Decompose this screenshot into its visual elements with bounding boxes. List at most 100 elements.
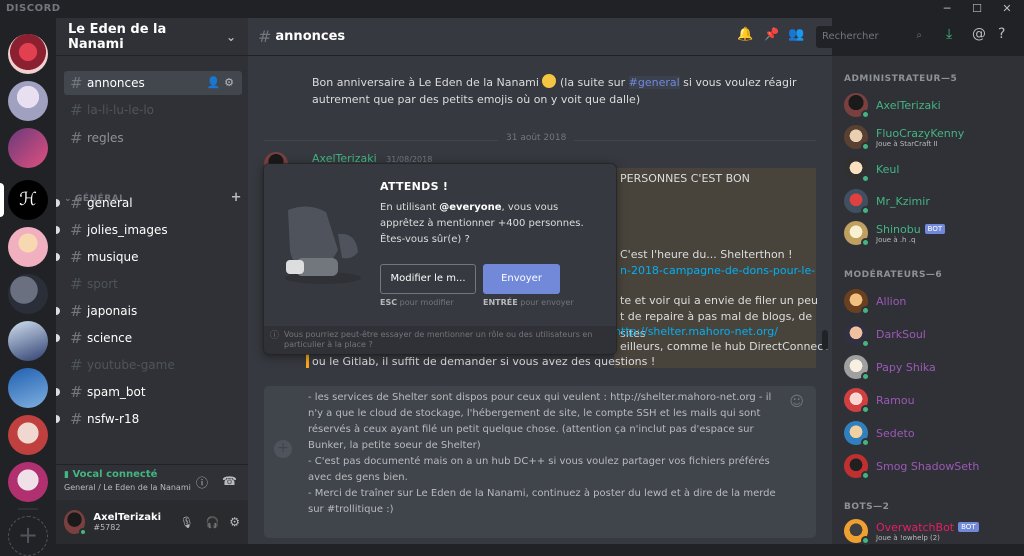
- channel-label: la-li-lu-le-lo: [87, 103, 155, 117]
- disconnect-icon[interactable]: ☎: [222, 474, 237, 488]
- help-icon[interactable]: ?: [998, 26, 1005, 42]
- unread-indicator: [56, 334, 60, 342]
- add-server-button[interactable]: +: [8, 516, 48, 556]
- server-icon[interactable]: [8, 128, 48, 168]
- app-brand: DISCORD: [6, 3, 61, 14]
- upload-plus-icon[interactable]: +: [274, 440, 292, 458]
- channel-science[interactable]: # science: [56, 326, 242, 350]
- bot-badge: BOT: [924, 223, 946, 234]
- member-item[interactable]: FluoCrazyKenny Joue à StarCraft II: [844, 122, 1020, 152]
- server-icon[interactable]: [8, 415, 48, 455]
- pin-notification-dot: [772, 28, 778, 34]
- member-list-icon[interactable]: 👥: [788, 27, 804, 42]
- server-icon[interactable]: [8, 321, 48, 361]
- server-icon[interactable]: [8, 274, 48, 314]
- channel-label: general: [87, 196, 133, 210]
- member-item[interactable]: Papy Shika: [844, 352, 1020, 382]
- message-link[interactable]: n-2018-campagne-de-dons-pour-le-: [620, 262, 815, 279]
- close-icon[interactable]: ✕: [992, 0, 1022, 18]
- server-icon-active[interactable]: ℋ: [8, 180, 48, 220]
- server-header[interactable]: Le Eden de la Nanami ⌄: [56, 18, 248, 56]
- invite-icon[interactable]: 👤: [207, 76, 221, 89]
- role-header: BOTS—2: [844, 502, 890, 512]
- info-icon[interactable]: ⓘ: [196, 474, 208, 491]
- member-name: DarkSoul: [876, 327, 926, 341]
- server-icon[interactable]: [8, 81, 48, 121]
- emoji-picker-icon[interactable]: ☺: [789, 394, 804, 410]
- online-status-icon: [861, 238, 870, 247]
- microphone-icon[interactable]: 🎙: [180, 516, 194, 529]
- mention-icon[interactable]: @: [972, 26, 986, 42]
- member-activity: Joue à .h .q: [876, 235, 916, 244]
- gear-icon[interactable]: ⚙: [224, 76, 234, 89]
- voice-channel[interactable]: General / Le Eden de la Nanami: [64, 483, 240, 492]
- role-header: MODÉRATEURS—6: [844, 270, 943, 280]
- date-label: 31 août 2018: [498, 133, 575, 143]
- server-icon[interactable]: [8, 368, 48, 408]
- member-item[interactable]: Smog ShadowSeth: [844, 451, 1020, 481]
- search-input[interactable]: Rechercher ⌕: [816, 26, 928, 48]
- channel-japonais[interactable]: # japonais: [56, 299, 242, 323]
- channel-mention-link[interactable]: #general: [628, 76, 680, 89]
- online-status-icon: [861, 405, 870, 414]
- member-item[interactable]: Ramou: [844, 385, 1020, 415]
- server-icon[interactable]: [8, 34, 48, 74]
- avatar: [844, 421, 870, 447]
- channel-jolies-images[interactable]: # jolies_images: [56, 218, 242, 242]
- server-icon[interactable]: [8, 462, 48, 502]
- channel-musique[interactable]: # musique: [56, 245, 242, 269]
- minimize-icon[interactable]: ─: [932, 0, 962, 18]
- channel-title: annonces: [275, 29, 346, 44]
- server-name: Le Eden de la Nanami: [68, 21, 167, 52]
- bell-icon[interactable]: 🔔: [737, 27, 753, 42]
- unread-indicator: [56, 226, 60, 234]
- channel-actions[interactable]: 👤 ⚙: [207, 76, 234, 89]
- channel-regles[interactable]: # regles: [64, 126, 242, 150]
- channel-label: nsfw-r18: [87, 412, 140, 426]
- active-server-indicator: [0, 183, 4, 217]
- voice-connection-panel: ▮ Vocal connecté General / Le Eden de la…: [56, 464, 248, 500]
- channel-youtube-game[interactable]: # youtube-game: [64, 353, 242, 377]
- message-composer[interactable]: + - les services de Shelter sont dispos …: [264, 386, 816, 538]
- channel-label: youtube-game: [87, 358, 175, 372]
- channel-annonces[interactable]: # annonces 👤 ⚙: [64, 71, 242, 95]
- online-status-icon: [861, 306, 870, 315]
- channel-spam-bot[interactable]: # spam_bot: [56, 380, 242, 404]
- channel-sport[interactable]: # sport: [64, 272, 242, 296]
- member-item[interactable]: OverwatchBot BOT Joue à !owhelp (2): [844, 516, 1020, 546]
- download-icon[interactable]: ⤓: [946, 26, 952, 42]
- channel-la-li-lu-le-lo[interactable]: # la-li-lu-le-lo: [64, 98, 242, 122]
- avatar[interactable]: [64, 510, 88, 536]
- member-item[interactable]: DarkSoul: [844, 319, 1020, 349]
- send-button[interactable]: Envoyer: [483, 264, 560, 294]
- emoji-smile-icon[interactable]: [542, 74, 557, 88]
- channel-sidebar: Le Eden de la Nanami ⌄ # annonces 👤 ⚙ # …: [56, 18, 248, 544]
- online-status-icon: [861, 174, 870, 183]
- unread-indicator: [56, 199, 60, 207]
- settings-gear-icon[interactable]: ⚙: [229, 515, 240, 529]
- member-item[interactable]: Sedeto: [844, 418, 1020, 448]
- server-icon[interactable]: [8, 227, 48, 267]
- message-input[interactable]: - les services de Shelter sont dispos po…: [308, 390, 778, 518]
- avatar: [844, 454, 870, 480]
- modify-message-button[interactable]: Modifier le m...: [380, 264, 476, 294]
- message-fragment: PERSONNES C'EST BON: [620, 172, 750, 185]
- search-icon: ⌕: [916, 30, 922, 41]
- maximize-icon[interactable]: ☐: [962, 0, 992, 18]
- member-item[interactable]: AxelTerizaki: [844, 90, 1020, 120]
- member-item[interactable]: Allion: [844, 286, 1020, 316]
- member-name: OverwatchBot BOT: [876, 521, 979, 534]
- headphones-icon[interactable]: 🎧: [206, 516, 220, 529]
- member-name: AxelTerizaki: [876, 98, 941, 112]
- chevron-down-icon[interactable]: ⌄: [226, 30, 236, 44]
- member-activity: Joue à !owhelp (2): [876, 533, 940, 542]
- info-icon: ⓘ: [270, 331, 280, 341]
- online-status-icon: [79, 528, 88, 536]
- channel-general[interactable]: # general: [56, 191, 242, 215]
- channel-label: musique: [87, 250, 139, 264]
- member-item[interactable]: Mr_Kzimir: [844, 186, 1020, 216]
- channel-nsfw-r18[interactable]: # nsfw-r18: [56, 407, 242, 431]
- member-item[interactable]: Shinobu BOT Joue à .h .q: [844, 218, 1020, 248]
- member-item[interactable]: Keul: [844, 154, 1020, 184]
- scrollbar-thumb[interactable]: [822, 330, 828, 350]
